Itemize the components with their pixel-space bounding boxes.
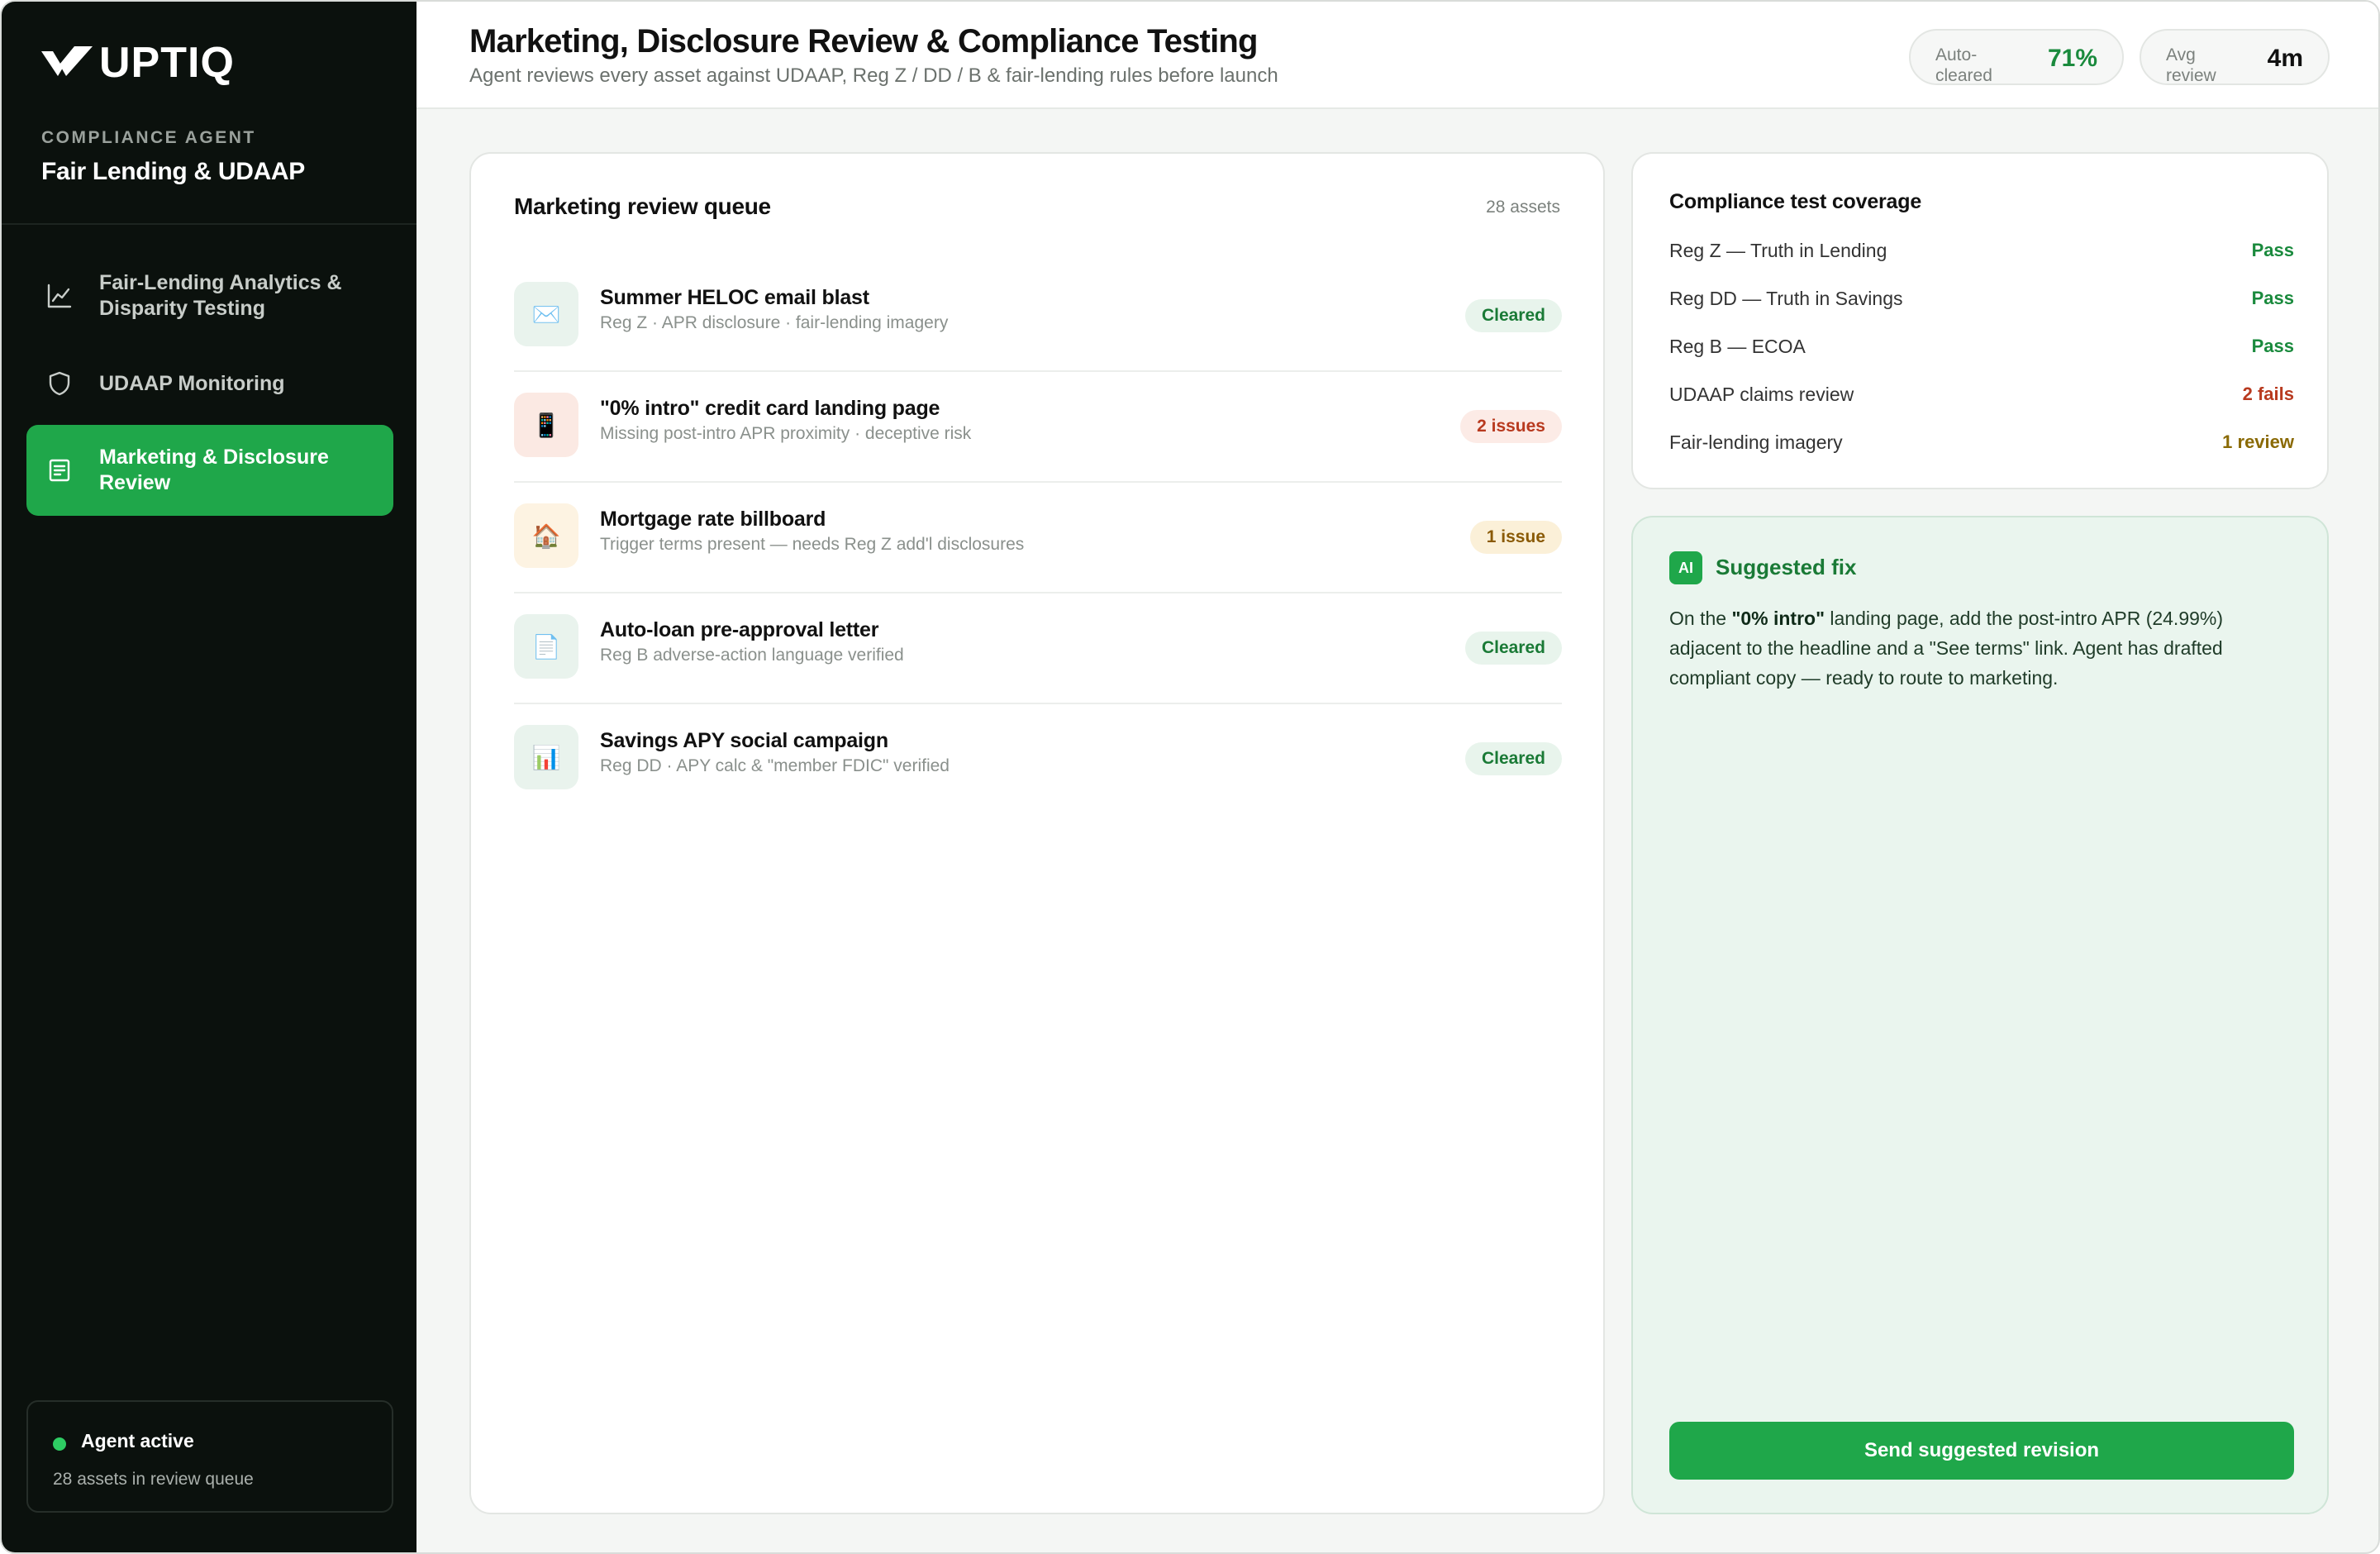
queue-item[interactable]: 🏠 Mortgage rate billboard Trigger terms … <box>514 483 1562 593</box>
queue-item-desc: Reg B adverse-action language verified <box>600 646 904 665</box>
shield-icon <box>45 369 74 398</box>
phone-icon: 📱 <box>514 393 578 457</box>
coverage-result: Pass <box>2251 336 2294 356</box>
status-subtitle: 28 assets in review queue <box>53 1470 254 1489</box>
coverage-name: UDAAP claims review <box>1669 384 1854 405</box>
kpi-value: 4m <box>2267 45 2303 72</box>
coverage-row: UDAAP claims review 2 fails <box>1669 379 2294 412</box>
page-title: Marketing, Disclosure Review & Complianc… <box>469 23 1258 60</box>
queue-item-name: "0% intro" credit card landing page <box>600 397 940 420</box>
coverage-name: Fair-lending imagery <box>1669 431 1843 453</box>
agent-name: Fair Lending & UDAAP <box>41 158 306 185</box>
queue-count: 28 assets <box>1486 198 1560 217</box>
agent-kicker: COMPLIANCE AGENT <box>41 128 256 147</box>
send-suggested-revision-button[interactable]: Send suggested revision <box>1669 1422 2294 1480</box>
kpi-avg-review: Avg review 4m <box>2140 29 2330 85</box>
coverage-title: Compliance test coverage <box>1669 190 1922 213</box>
coverage-row: Reg DD — Truth in Savings Pass <box>1669 283 2294 316</box>
agent-status-card: Agent active 28 assets in review queue <box>26 1400 393 1513</box>
suggested-fix-title: Suggested fix <box>1716 555 1857 579</box>
status-badge: 2 issues <box>1460 410 1562 443</box>
queue-item-name: Summer HELOC email blast <box>600 286 869 309</box>
fix-body-pre: On the <box>1669 608 1732 629</box>
nav-item-marketing-disclosure-review[interactable]: Marketing & Disclosure Review <box>26 425 393 516</box>
coverage-result: 1 review <box>2222 431 2294 452</box>
coverage-row: Fair-lending imagery 1 review <box>1669 427 2294 460</box>
letter-icon: 📄 <box>514 614 578 679</box>
queue-item[interactable]: 📊 Savings APY social campaign Reg DD · A… <box>514 704 1562 815</box>
status-badge: Cleared <box>1464 299 1562 332</box>
status-badge: Cleared <box>1464 742 1562 775</box>
fix-body-bold: "0% intro" <box>1731 608 1825 629</box>
nav-item-label: UDAAP Monitoring <box>99 371 285 395</box>
line-chart-icon <box>45 281 74 311</box>
coverage-row: Reg B — ECOA Pass <box>1669 331 2294 364</box>
coverage-result: Pass <box>2251 288 2294 308</box>
queue-item[interactable]: ✉️ Summer HELOC email blast Reg Z · APR … <box>514 261 1562 372</box>
coverage-name: Reg DD — Truth in Savings <box>1669 288 1903 309</box>
coverage-name: Reg Z — Truth in Lending <box>1669 240 1887 261</box>
queue-item-desc: Missing post-intro APR proximity · decep… <box>600 424 972 443</box>
app-window: UPTIQ COMPLIANCE AGENT Fair Lending & UD… <box>0 0 2380 1554</box>
queue-item-desc: Trigger terms present — needs Reg Z add'… <box>600 535 1025 554</box>
status-badge: Cleared <box>1464 632 1562 665</box>
kpi-label: Avg review <box>2166 45 2216 85</box>
coverage-row: Reg Z — Truth in Lending Pass <box>1669 235 2294 268</box>
sidebar-divider <box>2 223 416 225</box>
coverage-result: 2 fails <box>2242 384 2294 404</box>
queue-item-desc: Reg DD · APY calc & "member FDIC" verifi… <box>600 756 950 775</box>
status-dot <box>53 1437 66 1451</box>
coverage-result: Pass <box>2251 240 2294 260</box>
coverage-name: Reg B — ECOA <box>1669 336 1806 357</box>
queue-item-name: Mortgage rate billboard <box>600 508 826 531</box>
sidebar: UPTIQ COMPLIANCE AGENT Fair Lending & UD… <box>2 2 416 1552</box>
status-title: Agent active <box>81 1430 194 1452</box>
kpi-label: Auto-cleared <box>1935 45 1992 85</box>
email-icon: ✉️ <box>514 282 578 346</box>
page-subtitle: Agent reviews every asset against UDAAP,… <box>469 64 1278 87</box>
suggested-fix-body: On the "0% intro" landing page, add the … <box>1669 603 2297 693</box>
queue-item-desc: Reg Z · APR disclosure · fair-lending im… <box>600 313 949 332</box>
logo: UPTIQ <box>41 41 235 84</box>
queue-item-name: Savings APY social campaign <box>600 729 888 752</box>
nav-item-label: Fair-Lending Analytics & Disparity Testi… <box>99 271 342 320</box>
status-badge: 1 issue <box>1469 521 1562 554</box>
kpi-value: 71% <box>2047 45 2097 72</box>
document-icon <box>45 455 74 485</box>
nav-item-label: Marketing & Disclosure Review <box>99 446 329 494</box>
marketing-review-queue: Marketing review queue 28 assets ✉️ Summ… <box>469 152 1605 1514</box>
queue-item[interactable]: 📱 "0% intro" credit card landing page Mi… <box>514 372 1562 483</box>
kpi-auto-cleared: Auto-cleared 71% <box>1909 29 2124 85</box>
queue-title: Marketing review queue <box>514 193 771 219</box>
nav-item-fair-lending-analytics[interactable]: Fair-Lending Analytics & Disparity Testi… <box>26 265 393 327</box>
house-icon: 🏠 <box>514 503 578 568</box>
compliance-test-coverage: Compliance test coverage Reg Z — Truth i… <box>1631 152 2329 489</box>
bar-chart-icon: 📊 <box>514 725 578 789</box>
logo-text: UPTIQ <box>99 39 235 87</box>
page-header: Marketing, Disclosure Review & Complianc… <box>416 2 2378 109</box>
suggested-fix-card: AI Suggested fix On the "0% intro" landi… <box>1631 516 2329 1514</box>
ai-badge-icon: AI <box>1669 551 1702 584</box>
queue-item-name: Auto-loan pre-approval letter <box>600 618 879 641</box>
uptiq-logo-icon <box>41 46 93 76</box>
queue-item[interactable]: 📄 Auto-loan pre-approval letter Reg B ad… <box>514 593 1562 704</box>
nav-item-udaap-monitoring[interactable]: UDAAP Monitoring <box>26 352 393 415</box>
